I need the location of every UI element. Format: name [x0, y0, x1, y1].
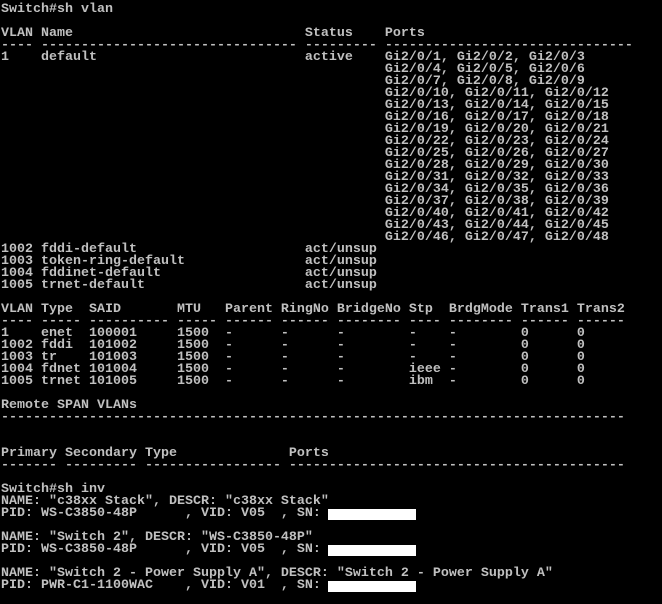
terminal-line: 1005 trnet-default act/unsup — [0, 278, 662, 293]
terminal-line: Switch#sh vlan — [0, 2, 662, 17]
terminal-line: PID: WS-C3850-48P , VID: V05 , SN: — [0, 542, 662, 557]
terminal-line-text: ------- --------- ----------------- ----… — [1, 458, 625, 473]
terminal-line: PID: WS-C3850-48P , VID: V05 , SN: — [0, 506, 662, 521]
terminal-line-text: Switch#sh vlan — [1, 2, 113, 17]
terminal-line-text: PID: PWR-C1-1100WAC , VID: V01 , SN: — [1, 578, 329, 593]
terminal-line-text: 1005 trnet 101005 1500 - - - ibm - 0 0 — [1, 374, 585, 389]
terminal-line: ----------------------------------------… — [0, 410, 662, 425]
terminal-line-text: PID: WS-C3850-48P , VID: V05 , SN: — [1, 506, 329, 521]
redacted-serial-box — [328, 545, 416, 556]
redacted-serial-box — [328, 509, 416, 520]
terminal-line-text: PID: WS-C3850-48P , VID: V05 , SN: — [1, 542, 329, 557]
terminal-line: ------- --------- ----------------- ----… — [0, 458, 662, 473]
terminal-console[interactable]: Switch#sh vlan VLAN Name Status Ports ----… — [0, 0, 662, 604]
terminal-line-text: 1005 trnet-default act/unsup — [1, 278, 377, 293]
terminal-line: PID: PWR-C1-1100WAC , VID: V01 , SN: — [0, 578, 662, 593]
redacted-serial-box — [328, 581, 416, 592]
terminal-line: 1005 trnet 101005 1500 - - - ibm - 0 0 — [0, 374, 662, 389]
terminal-line-text: ----------------------------------------… — [1, 410, 625, 425]
